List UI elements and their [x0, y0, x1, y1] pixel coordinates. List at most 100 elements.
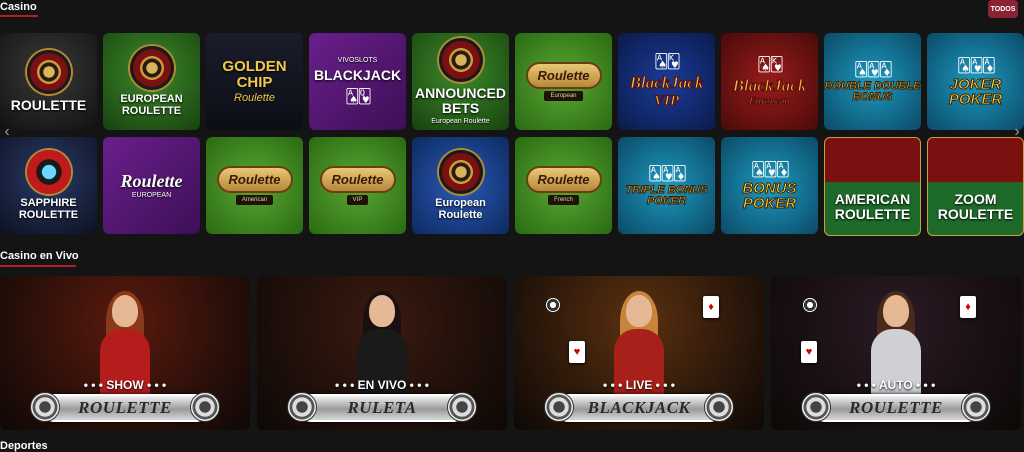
- double-double-bonus-tile[interactable]: 🂡🂱🃁 DOUBLE DOUBLE BONUS: [824, 33, 921, 130]
- roulette-wheel-icon: [438, 38, 483, 83]
- roulette-wheel-icon: [704, 392, 734, 422]
- game-nameplate: • • • LIVE • • • BLACKJACK: [544, 378, 734, 422]
- playing-card-icon: ♥: [801, 341, 817, 363]
- roulette-wheel-icon: [801, 392, 831, 422]
- roulette-wheel-icon: [544, 392, 574, 422]
- roulette-wheel-icon: [438, 149, 483, 194]
- tile-title: SAPPHIRE ROULETTE: [18, 196, 79, 221]
- tile-title: Roulette: [525, 62, 602, 89]
- tile-title: EUROPEAN ROULETTE: [120, 92, 183, 117]
- tile-subtitle: French: [548, 195, 579, 205]
- todos-button[interactable]: TODOS: [988, 0, 1018, 18]
- roulette-wheel-icon: [26, 50, 71, 95]
- zoom-roulette-tile[interactable]: ZOOM ROULETTE: [927, 137, 1024, 236]
- announced-bets-tile[interactable]: ANNOUNCED BETS European Roulette: [412, 33, 509, 130]
- cards-icon: 🂡🂾: [757, 56, 784, 72]
- tile-title: ZOOM ROULETTE: [937, 190, 1014, 222]
- tile-title: Roulette: [525, 166, 602, 193]
- tile-subtitle: VIP: [653, 93, 679, 110]
- deportes-section-title: Deportes: [0, 440, 48, 452]
- casino-games-grid: ROULETTE EUROPEAN ROULETTE GOLDEN CHIP Roul…: [0, 33, 1024, 236]
- tile-title: JOKER POKER: [948, 75, 1003, 108]
- game-name: BLACKJACK: [587, 398, 691, 417]
- roulette-wheel-icon: [961, 392, 991, 422]
- game-name: ROULETTE: [849, 398, 943, 417]
- european-roulette-tile[interactable]: EUROPEAN ROULETTE: [103, 33, 200, 130]
- tile-title: Roulette: [120, 170, 183, 191]
- chip-icon: [546, 298, 560, 312]
- cards-icon: 🂡🂱🃁: [957, 56, 996, 73]
- tile-title: ROULETTE: [10, 97, 87, 114]
- tile-title: European Roulette: [435, 196, 486, 221]
- dealer-head: [112, 295, 138, 327]
- roulette-wheel-icon: [190, 392, 220, 422]
- casino-title-underline: [0, 15, 38, 17]
- tile-title: Roulette: [319, 166, 396, 193]
- european-roulette-table-tile[interactable]: European Roulette: [412, 137, 509, 234]
- nameplate-bar: ROULETTE: [813, 394, 979, 422]
- show-roulette-tile[interactable]: • • • SHOW • • • ROULETTE: [0, 276, 250, 430]
- auto-roulette-tile[interactable]: ♥ ♦ • • • AUTO • • • ROULETTE: [771, 276, 1021, 430]
- tile-subtitle: American: [235, 195, 274, 205]
- vivo-blackjack-tile[interactable]: VIVOSLOTS BLACKJACK 🂡🂽: [309, 33, 406, 130]
- cards-icon: 🂡🂽: [345, 88, 372, 105]
- tile-subtitle: European Roulette: [431, 117, 490, 125]
- game-mode-label: • • • LIVE • • •: [603, 378, 675, 392]
- en-vivo-ruleta-tile[interactable]: • • • EN VIVO • • • RULETA: [257, 276, 507, 430]
- game-nameplate: • • • SHOW • • • ROULETTE: [30, 378, 220, 422]
- tile-title: Roulette: [216, 166, 293, 193]
- carousel-next-arrow[interactable]: ›: [1010, 120, 1024, 144]
- live-casino-section-title: Casino en Vivo: [0, 250, 79, 262]
- vivo-roulette-european-tile[interactable]: Roulette EUROPEAN: [103, 137, 200, 234]
- casino-section-title: Casino: [0, 1, 37, 13]
- game-nameplate: • • • EN VIVO • • • RULETA: [287, 378, 477, 422]
- tile-title: BlackJack: [732, 76, 807, 96]
- blackjack-european-tile[interactable]: 🂡🂾 BlackJack European: [721, 33, 818, 130]
- roulette-european-tile[interactable]: Roulette European: [515, 33, 612, 130]
- tile-title: ANNOUNCED BETS: [415, 85, 506, 116]
- live-casino-row: • • • SHOW • • • ROULETTE • • • EN VIVO • …: [0, 276, 1024, 430]
- carousel-prev-arrow[interactable]: ‹: [0, 120, 14, 144]
- tile-subtitle: European: [544, 91, 583, 101]
- game-name: RULETA: [347, 398, 417, 417]
- golden-chip-roulette-tile[interactable]: GOLDEN CHIP Roulette: [206, 33, 303, 130]
- tile-title: GOLDEN CHIP: [222, 57, 287, 91]
- game-mode-label: • • • SHOW • • •: [83, 378, 167, 392]
- roulette-french-tile[interactable]: Roulette French: [515, 137, 612, 234]
- roulette-wheel-icon: [287, 392, 317, 422]
- roulette-vip-tile[interactable]: Roulette VIP: [309, 137, 406, 234]
- roulette-wheel-icon: [129, 45, 174, 90]
- roulette-wheel-icon: [447, 392, 477, 422]
- sapphire-roulette-tile[interactable]: SAPPHIRE ROULETTE: [0, 137, 97, 234]
- live-blackjack-tile[interactable]: ♥ ♦ • • • LIVE • • • BLACKJACK: [514, 276, 764, 430]
- tile-title: DOUBLE DOUBLE BONUS: [824, 79, 921, 103]
- roulette-tile[interactable]: ROULETTE: [0, 33, 97, 130]
- game-nameplate: • • • AUTO • • • ROULETTE: [801, 378, 991, 422]
- roulette-american-tile[interactable]: Roulette American: [206, 137, 303, 234]
- roulette-wheel-icon: [26, 149, 71, 194]
- cards-icon: 🂡🂱🃁: [751, 160, 790, 177]
- bonus-poker-tile[interactable]: 🂡🂱🃁 BONUS POKER: [721, 137, 818, 234]
- game-mode-label: • • • AUTO • • •: [856, 378, 936, 392]
- tile-title: BLACKJACK: [313, 66, 402, 83]
- nameplate-bar: RULETA: [299, 394, 465, 422]
- dealer-head: [369, 295, 395, 327]
- chip-icon: [803, 298, 817, 312]
- joker-poker-tile[interactable]: 🂡🂱🃁 JOKER POKER: [927, 33, 1024, 130]
- tile-subtitle: European: [748, 96, 791, 108]
- american-roulette-tile[interactable]: AMERICAN ROULETTE: [824, 137, 921, 236]
- playing-card-icon: ♦: [703, 296, 719, 318]
- blackjack-vip-tile[interactable]: 🂡🂾 BlackJack VIP: [618, 33, 715, 130]
- triple-bonus-poker-tile[interactable]: 🂡🂱🃁 TRIPLE BONUS POKER: [618, 137, 715, 234]
- cards-icon: 🂡🂱🃁: [648, 164, 687, 181]
- dealer-head: [883, 295, 909, 327]
- game-mode-label: • • • EN VIVO • • •: [335, 378, 429, 392]
- cards-icon: 🂡🂾: [654, 53, 681, 69]
- vivoslots-logo: EUROPEAN: [131, 192, 172, 200]
- vivoslots-logo: VIVOSLOTS: [337, 56, 378, 64]
- tile-title: BlackJack: [629, 73, 704, 93]
- playing-card-icon: ♥: [569, 341, 585, 363]
- dealer-head: [626, 295, 652, 327]
- nameplate-bar: ROULETTE: [42, 394, 208, 422]
- tile-title: TRIPLE BONUS POKER: [625, 183, 708, 207]
